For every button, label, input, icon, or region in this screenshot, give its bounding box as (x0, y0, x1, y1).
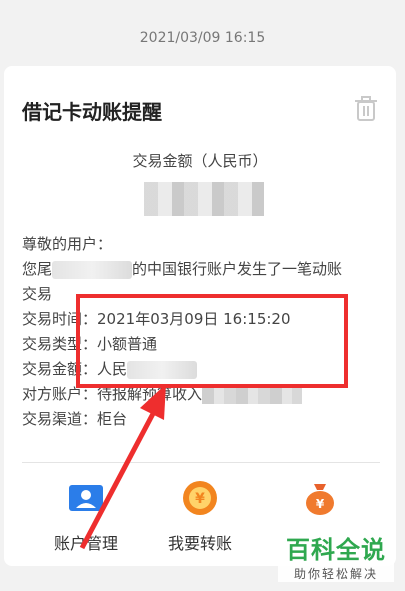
message-line-1: 您尾 的中国银行账户发生了一笔动账 (22, 257, 382, 282)
money-bag-button[interactable]: ¥ (260, 478, 380, 530)
trash-icon[interactable] (354, 96, 378, 122)
greeting: 尊敬的用户： (22, 235, 113, 253)
transfer-icon: ¥ (183, 481, 217, 515)
counterparty-redacted (202, 385, 303, 404)
amount-value-redacted (144, 182, 264, 216)
amount-label: 交易金额（人民币） (132, 152, 268, 170)
card-number-redacted (52, 260, 133, 279)
watermark: 百科全说 助你轻松解决 (278, 530, 394, 582)
money-bag-icon: ¥ (306, 484, 334, 515)
svg-text:¥: ¥ (195, 491, 205, 507)
annotation-arrow-icon (79, 384, 166, 550)
watermark-title: 百科全说 (286, 536, 386, 564)
message-timestamp: 2021/03/09 16:15 (139, 30, 266, 46)
svg-text:¥: ¥ (316, 497, 325, 511)
card-title: 借记卡动账提醒 (22, 100, 162, 124)
message-suffix: 的中国银行账户发生了一笔动账 (132, 260, 343, 278)
highlight-box (76, 294, 348, 388)
message-prefix: 您尾 (22, 260, 53, 278)
watermark-subtitle: 助你轻松解决 (293, 567, 378, 581)
